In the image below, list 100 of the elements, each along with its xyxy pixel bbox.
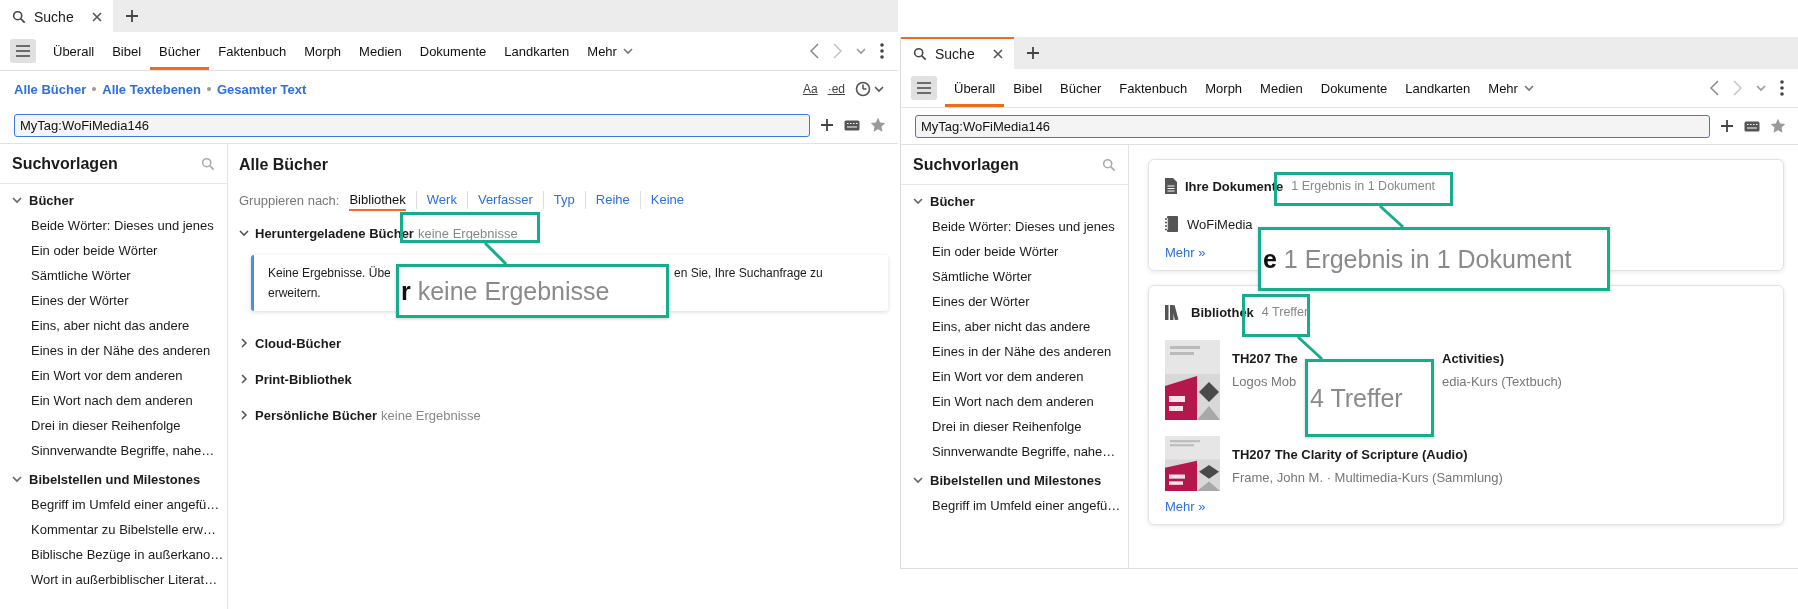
clock-icon[interactable]: [855, 81, 871, 97]
section-heading[interactable]: Cloud-Bücher: [255, 335, 341, 351]
nav-tab[interactable]: Morph: [1196, 69, 1252, 107]
nav-tab[interactable]: Dokumente: [410, 32, 496, 70]
more-menu[interactable]: Mehr: [1479, 69, 1543, 107]
book-title[interactable]: TH207 The: [1232, 350, 1307, 366]
nav-tab[interactable]: Bibel: [1004, 69, 1052, 107]
template-item[interactable]: Eines der Wörter: [901, 289, 1128, 314]
new-tab-icon[interactable]: [125, 9, 139, 23]
template-item[interactable]: Wort in außerbiblischer Literat…: [0, 567, 227, 592]
nav-tab[interactable]: Landkarten: [1396, 69, 1480, 107]
more-icon[interactable]: [880, 43, 884, 59]
template-item[interactable]: Beide Wörter: Dieses und jenes: [901, 214, 1128, 239]
template-item[interactable]: Sinnverwandte Begriffe, nahe…: [0, 438, 227, 463]
nav-tab[interactable]: Bücher: [150, 32, 210, 70]
menu-button[interactable]: [911, 76, 937, 100]
scope-link[interactable]: Gesamter Text: [217, 81, 307, 97]
close-icon[interactable]: [91, 11, 103, 23]
template-item[interactable]: Beide Wörter: Dieses und jenes: [0, 213, 227, 238]
chevron-down-icon[interactable]: [239, 229, 249, 237]
star-icon[interactable]: [870, 117, 886, 133]
template-item[interactable]: Sämtliche Wörter: [0, 263, 227, 288]
group-option[interactable]: Verfasser: [477, 189, 533, 211]
search-field[interactable]: MyTag:WoFiMedia146: [915, 114, 1710, 138]
menu-button[interactable]: [10, 39, 36, 63]
more-link[interactable]: Mehr »: [1165, 499, 1206, 514]
template-item[interactable]: Ein Wort vor dem anderen: [901, 364, 1128, 389]
nav-tab[interactable]: Dokumente: [1311, 69, 1397, 107]
nav-tab[interactable]: Landkarten: [495, 32, 579, 70]
search-tab[interactable]: Suche: [0, 0, 113, 32]
more-icon[interactable]: [1780, 80, 1784, 96]
book-title[interactable]: Activities): [1442, 350, 1505, 366]
scope-link[interactable]: Alle Bücher: [14, 81, 87, 97]
keyboard-icon[interactable]: [1744, 120, 1760, 132]
chevron-down-icon[interactable]: [1523, 84, 1534, 92]
plus-icon[interactable]: [820, 118, 834, 132]
template-item[interactable]: Sämtliche Wörter: [901, 264, 1128, 289]
chevron-down-icon[interactable]: [12, 197, 22, 204]
group-heading[interactable]: Bibelstellen und Milestones: [930, 473, 1102, 488]
nav-tab[interactable]: Überall: [945, 69, 1005, 107]
template-item[interactable]: Eins, aber nicht das andere: [901, 314, 1128, 339]
nav-tab[interactable]: Bücher: [1051, 69, 1111, 107]
template-item[interactable]: Drei in dieser Reihenfolge: [0, 413, 227, 438]
star-icon[interactable]: [1770, 118, 1786, 134]
group-option[interactable]: Keine: [650, 189, 685, 211]
chevron-down-icon[interactable]: [913, 477, 923, 484]
document-title[interactable]: WoFiMedia: [1187, 216, 1253, 232]
template-item[interactable]: Biblische Bezüge in außerkano…: [0, 542, 227, 567]
template-item[interactable]: Ein Wort nach dem anderen: [901, 389, 1128, 414]
nav-tab[interactable]: Faktenbuch: [209, 32, 296, 70]
more-link[interactable]: Mehr »: [1165, 245, 1206, 260]
book-title[interactable]: TH207 The Clarity of Scripture (Audio): [1232, 446, 1468, 462]
template-item[interactable]: Ein Wort nach dem anderen: [0, 388, 227, 413]
template-item[interactable]: Eins, aber nicht das andere: [0, 313, 227, 338]
template-item[interactable]: Drei in dieser Reihenfolge: [901, 414, 1128, 439]
close-icon[interactable]: [992, 48, 1004, 60]
template-item[interactable]: Sinnverwandte Begriffe, nahe…: [901, 439, 1128, 464]
nav-tab[interactable]: Bibel: [103, 32, 151, 70]
group-option[interactable]: Reihe: [595, 189, 630, 211]
group-heading[interactable]: Bücher: [930, 194, 975, 209]
section-heading[interactable]: Persönliche Bücher: [255, 407, 378, 423]
nav-tab[interactable]: Faktenbuch: [1110, 69, 1197, 107]
section-heading[interactable]: Print-Bibliothek: [255, 371, 352, 387]
chevron-down-icon[interactable]: [622, 47, 633, 55]
search-tab[interactable]: Suche: [901, 37, 1014, 69]
new-tab-icon[interactable]: [1026, 46, 1040, 60]
nav-tab[interactable]: Morph: [295, 32, 351, 70]
template-item[interactable]: Eines der Wörter: [0, 288, 227, 313]
group-option[interactable]: Werk: [426, 189, 457, 211]
template-item[interactable]: Begriff im Umfeld einer angefü…: [0, 492, 227, 517]
chevron-down-icon[interactable]: [913, 198, 923, 205]
chevron-left-icon[interactable]: [1710, 80, 1719, 96]
chevron-down-icon[interactable]: [874, 85, 884, 93]
more-menu[interactable]: Mehr: [578, 32, 642, 70]
chevron-right-icon[interactable]: [240, 410, 248, 420]
search-field[interactable]: MyTag:WoFiMedia146: [14, 113, 810, 137]
nav-tab[interactable]: Medien: [1251, 69, 1312, 107]
chevron-right-icon[interactable]: [240, 374, 248, 384]
chevron-right-icon[interactable]: [240, 338, 248, 348]
pane-title: Alle Bücher: [239, 155, 329, 175]
template-item[interactable]: Ein Wort vor dem anderen: [0, 363, 227, 388]
template-item[interactable]: Ein oder beide Wörter: [901, 239, 1128, 264]
template-item[interactable]: Kommentar zu Bibelstelle erw…: [0, 517, 227, 542]
template-item[interactable]: Eines in der Nähe des anderen: [0, 338, 227, 363]
plus-icon[interactable]: [1720, 119, 1734, 133]
text-format-button[interactable]: Aa: [802, 82, 818, 96]
group-heading[interactable]: Bibelstellen und Milestones: [29, 472, 201, 487]
group-option[interactable]: Typ: [553, 189, 575, 211]
scope-link[interactable]: Alle Textebenen: [102, 81, 201, 97]
template-item[interactable]: Ein oder beide Wörter: [0, 238, 227, 263]
template-item[interactable]: Begriff im Umfeld einer angefü…: [901, 493, 1128, 518]
nav-tab[interactable]: Medien: [350, 32, 411, 70]
suffix-button[interactable]: ·ed: [827, 82, 845, 96]
keyboard-icon[interactable]: [844, 119, 860, 131]
chevron-left-icon[interactable]: [810, 43, 819, 59]
chevron-down-icon[interactable]: [12, 476, 22, 483]
group-heading[interactable]: Bücher: [29, 193, 74, 208]
group-option[interactable]: Bibliothek: [349, 189, 406, 211]
template-item[interactable]: Eines in der Nähe des anderen: [901, 339, 1128, 364]
nav-tab[interactable]: Überall: [44, 32, 104, 70]
